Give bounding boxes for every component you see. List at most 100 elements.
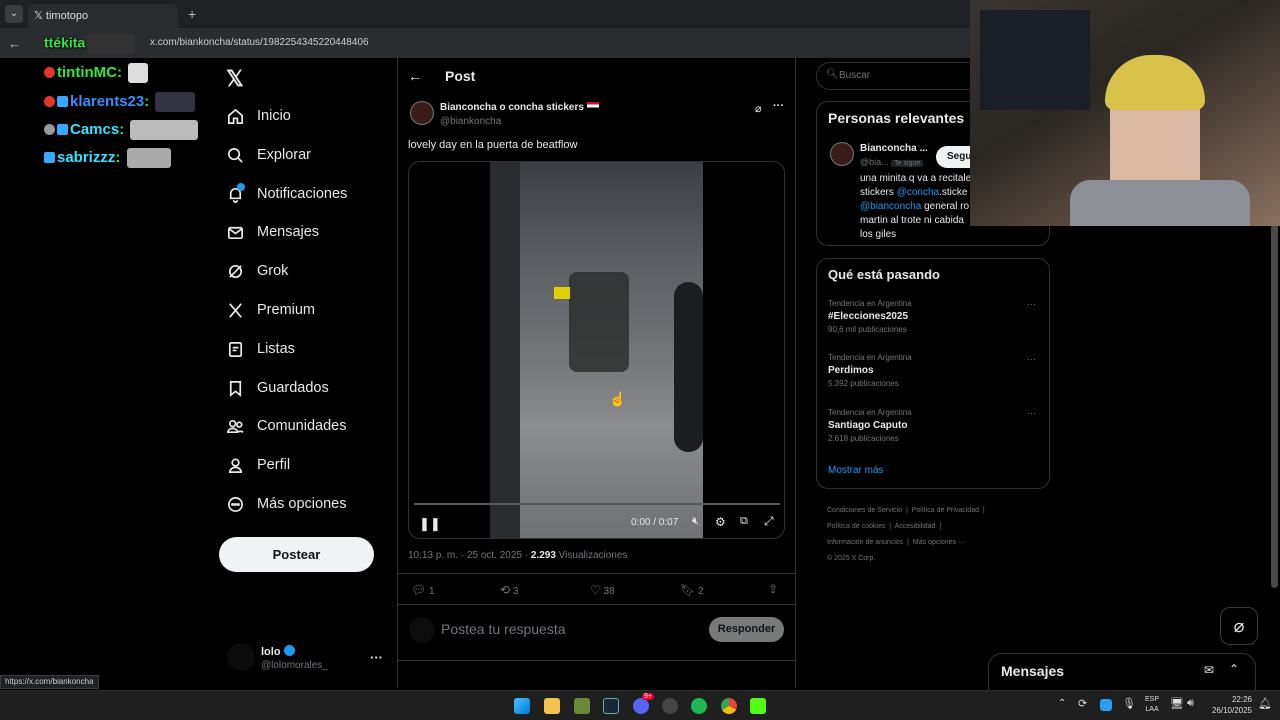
nav-mensajes[interactable]: Mensajes — [226, 219, 319, 245]
minecraft-icon[interactable] — [574, 698, 590, 714]
video-progress-track[interactable] — [414, 503, 780, 505]
mute-icon[interactable]: 🔇︎ — [692, 515, 699, 528]
reply-input[interactable]: Postea tu respuesta — [441, 621, 691, 637]
nav-premium[interactable]: Premium — [226, 297, 315, 323]
nav-listas[interactable]: Listas — [226, 336, 295, 362]
list-icon — [228, 341, 243, 357]
trend-item[interactable]: Tendencia en Argentina #Elecciones2025 9… — [828, 299, 1038, 334]
tray-chevron-icon[interactable]: ⌃ — [1058, 698, 1066, 709]
nav-label: Inicio — [257, 108, 291, 124]
footer-link[interactable]: Condiciones de Servicio — [827, 507, 902, 514]
pause-icon[interactable]: ❚❚ — [419, 516, 441, 532]
browser-tab[interactable]: 𝕏 timotopo — [28, 4, 178, 28]
volume-icon[interactable]: 🔊︎ — [1187, 697, 1194, 710]
account-name: lolo — [261, 645, 295, 658]
back-arrow-icon[interactable]: ← — [408, 68, 422, 84]
trend-more-icon[interactable]: ··· — [1027, 299, 1036, 309]
nav-label: Comunidades — [257, 418, 347, 434]
dock-icon[interactable]: ⧉ — [740, 515, 748, 528]
avatar[interactable] — [830, 142, 854, 166]
x-logo-icon[interactable]: 𝕏 — [226, 66, 244, 92]
messages-drawer[interactable]: Mensajes ✉ ⌃ — [988, 653, 1256, 690]
repost-action[interactable]: ⟲ 3 — [500, 583, 518, 597]
relevant-name[interactable]: Bianconcha ... — [860, 143, 928, 154]
divider — [397, 604, 796, 605]
footer-link[interactable]: Política de Privacidad — [912, 507, 979, 514]
like-action[interactable]: ♡ 38 — [590, 583, 615, 597]
chat-emote — [87, 34, 136, 54]
footer-link[interactable]: Información de anuncios — [827, 539, 903, 546]
post-button[interactable]: Postear — [219, 537, 374, 572]
new-message-icon[interactable]: ✉ — [1204, 663, 1214, 677]
footer-link[interactable]: Más opciones ··· — [913, 539, 965, 546]
bio-mention[interactable]: @concha — [897, 187, 939, 198]
search-icon — [227, 147, 243, 163]
nav-grok[interactable]: Grok — [226, 258, 288, 284]
new-tab-button[interactable]: + — [188, 6, 196, 22]
settings-icon[interactable]: ⚙ — [715, 515, 726, 529]
chat-line: ttékita — [44, 34, 136, 54]
avatar[interactable] — [227, 643, 255, 671]
chat-username: klarents23 — [70, 92, 145, 110]
steam-icon[interactable] — [603, 698, 619, 714]
clock[interactable]: 22:26 26/10/2025 — [1204, 694, 1252, 716]
back-arrow-icon[interactable]: ← — [8, 36, 21, 51]
messages-title: Mensajes — [1001, 663, 1065, 679]
url-field[interactable]: x.com/biankoncha/status/1982254345220448… — [150, 37, 369, 48]
nav-mas-opciones[interactable]: Más opciones — [226, 491, 346, 517]
nav-perfil[interactable]: Perfil — [226, 452, 290, 478]
flag-icon — [586, 102, 599, 110]
nav-inicio[interactable]: Inicio — [226, 103, 291, 129]
windows-start-icon[interactable] — [514, 698, 530, 714]
bookmark-icon — [229, 380, 242, 397]
status-url: https://x.com/biankoncha — [0, 675, 99, 689]
reply-button[interactable]: Responder — [709, 617, 784, 642]
webcam-overlay — [970, 0, 1280, 226]
discord-icon[interactable] — [633, 698, 649, 714]
author-name[interactable]: Bianconcha o concha stickers — [440, 102, 599, 113]
reply-action[interactable]: 💬︎ 1 — [411, 583, 435, 597]
post-meta: 10:13 p. m. · 25 oct. 2025 · 2.293 Visua… — [408, 550, 627, 561]
microphone-icon[interactable]: 🎙︎ — [1122, 697, 1136, 710]
file-explorer-icon[interactable] — [544, 698, 560, 714]
notifications-icon[interactable]: 🔔︎ — [1258, 697, 1272, 710]
author-avatar[interactable] — [410, 101, 434, 125]
chrome-icon[interactable] — [721, 698, 737, 714]
show-more-link[interactable]: Mostrar más — [828, 465, 884, 476]
nav-explorar[interactable]: Explorar — [226, 142, 311, 168]
chat-username: Camcs — [70, 120, 120, 138]
grok-float-button[interactable]: ⌀ — [1220, 607, 1258, 645]
x-logo-icon — [229, 302, 242, 318]
obs-icon[interactable] — [662, 698, 678, 714]
grok-icon[interactable]: ⌀ — [755, 102, 762, 115]
trend-item[interactable]: Tendencia en Argentina Santiago Caputo 2… — [828, 408, 1038, 443]
trend-more-icon[interactable]: ··· — [1027, 408, 1036, 418]
tab-list-button[interactable]: ⌄ — [5, 5, 23, 23]
nav-guardados[interactable]: Guardados — [226, 375, 329, 401]
reply-count: 1 — [429, 586, 435, 597]
fullscreen-icon[interactable]: ⤢ — [764, 514, 774, 529]
sync-icon[interactable]: ⟳ — [1078, 697, 1087, 710]
video-player[interactable]: ❚❚ 0:00 / 0:07 🔇︎ ⚙ ⧉ ⤢ — [408, 161, 785, 539]
x-favicon-icon: 𝕏 — [34, 10, 46, 22]
language-indicator[interactable]: ESP LAA — [1145, 695, 1159, 715]
tray-app-icon[interactable] — [1100, 699, 1112, 711]
post-text: lovely day en la puerta de beatflow — [408, 139, 578, 151]
bookmark-action[interactable]: 🔖︎ 2 — [680, 583, 704, 597]
account-more-icon[interactable]: ··· — [370, 650, 383, 665]
network-icon[interactable]: 🖥︎ — [1170, 697, 1184, 710]
bio-mention[interactable]: @bianconcha — [860, 201, 921, 212]
author-handle[interactable]: @biankoncha — [440, 116, 501, 127]
trend-more-icon[interactable]: ··· — [1027, 354, 1036, 364]
chat-username: tintinMC — [57, 63, 117, 81]
discord-badge: 9+ — [642, 693, 654, 700]
footer-link[interactable]: Política de cookies — [827, 523, 885, 530]
chevron-up-icon[interactable]: ⌃ — [1229, 662, 1239, 676]
share-icon[interactable]: ⇪ — [768, 582, 778, 596]
trend-item[interactable]: Tendencia en Argentina Perdimos 5.392 pu… — [828, 353, 1038, 388]
nav-comunidades[interactable]: Comunidades — [226, 413, 346, 439]
spotify-icon[interactable] — [691, 698, 707, 714]
post-more-icon[interactable]: ··· — [773, 100, 784, 112]
footer-link[interactable]: Accesibilidad — [895, 523, 936, 530]
kick-icon[interactable] — [750, 698, 766, 714]
